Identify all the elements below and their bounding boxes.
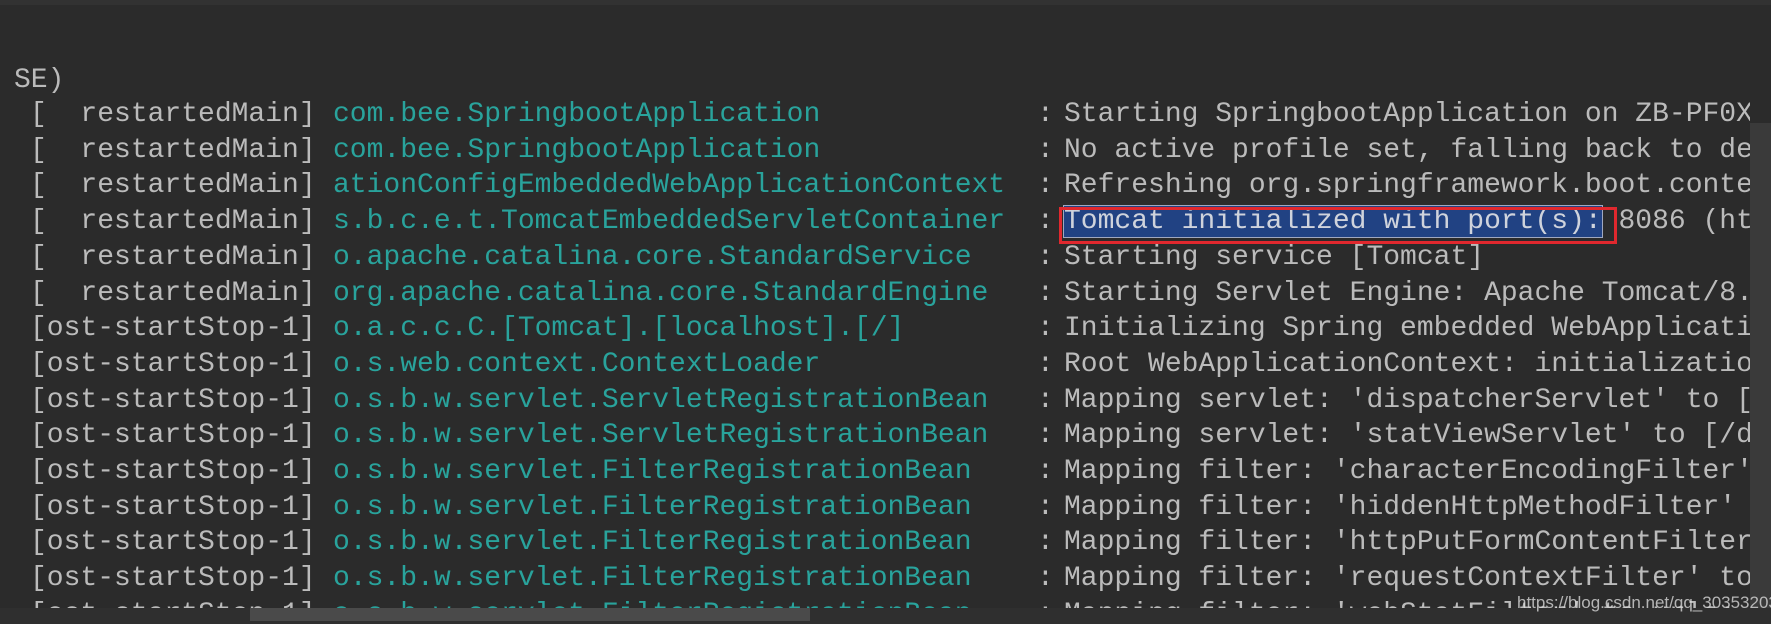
log-message-text: Mapping servlet: 'dispatcherServlet' to … — [1064, 384, 1750, 416]
horizontal-scrollbar-thumb[interactable] — [250, 608, 810, 621]
log-line: [ost-startStop-1] o.a.c.c.C.[Tomcat].[loc… — [0, 311, 1750, 347]
header-fragment: SE) — [14, 65, 65, 96]
log-message: Mapping filter: 'hiddenHttpMethodFilter'… — [1064, 490, 1750, 526]
log-thread: [ost-startStop-1] — [30, 456, 316, 487]
log-message: Refreshing org.springframework.boot.cont… — [1064, 168, 1750, 204]
log-message-text: Mapping filter: 'httpPutFormContentFilte… — [1064, 527, 1750, 559]
log-line: [ost-startStop-1] o.s.b.w.servlet.Servlet… — [0, 383, 1750, 419]
log-thread: [ost-startStop-1] — [30, 527, 316, 559]
log-separator: : — [1037, 491, 1054, 523]
log-separator: : — [1037, 313, 1054, 345]
log-message: Initializing Spring embedded WebApplicat… — [1064, 311, 1750, 347]
log-message: Starting service [Tomcat] — [1064, 240, 1484, 276]
log-message-text: Starting SpringbootApplication on ZB-PF0… — [1064, 99, 1750, 130]
log-line: [ restartedMain] o.apache.catalina.core.S… — [0, 240, 1750, 276]
log-separator: : — [1037, 527, 1054, 559]
log-line: [ost-startStop-1] o.s.b.w.servlet.Servlet… — [0, 418, 1750, 454]
log-logger: o.s.b.w.servlet.FilterRegistrationBean — [333, 563, 972, 595]
log-line: [ restartedMain] com.bee.SpringbootApplic… — [0, 97, 1750, 133]
log-thread: [ restartedMain] — [30, 206, 316, 238]
log-line: [ost-startStop-1] o.s.b.w.servlet.FilterR… — [0, 454, 1750, 490]
log-line: [ost-startStop-1] o.s.b.w.servlet.FilterR… — [0, 490, 1750, 526]
log-line: [ost-startStop-1] o.s.web.context.Context… — [0, 347, 1750, 383]
log-separator: : — [1037, 206, 1054, 238]
log-line: [ost-startStop-1] o.s.b.w.servlet.FilterR… — [0, 597, 1750, 608]
log-logger: o.s.b.w.servlet.FilterRegistrationBean — [333, 456, 972, 487]
log-logger: o.s.b.w.servlet.ServletRegistrationBean — [333, 384, 989, 416]
log-message-text: Initializing Spring embedded WebApplicat… — [1064, 313, 1750, 345]
log-message-text: Root WebApplicationContext: initializati… — [1064, 348, 1750, 380]
log-separator: : — [1037, 134, 1054, 166]
log-message: Mapping servlet: 'statViewServlet' to [/… — [1064, 418, 1750, 454]
log-thread: [ restartedMain] — [30, 99, 316, 130]
log-logger: com.bee.SpringbootApplication — [333, 99, 821, 130]
log-thread: [ restartedMain] — [30, 170, 316, 202]
log-separator: : — [1037, 597, 1054, 608]
log-thread: [ost-startStop-1] — [30, 348, 316, 380]
log-logger: com.bee.SpringbootApplication — [333, 134, 821, 166]
log-message-text: Mapping filter: 'characterEncodingFilter… — [1064, 456, 1750, 487]
log-line: [ restartedMain] com.bee.SpringbootApplic… — [0, 133, 1750, 169]
console-output[interactable]: SE) [ restartedMain] com.bee.SpringbootAp… — [0, 0, 1750, 608]
log-message-text: Mapping filter: 'requestContextFilter' t… — [1064, 563, 1750, 595]
log-message-text: 8086 (htt — [1618, 206, 1750, 238]
console-header-line: SE) — [0, 27, 1750, 96]
log-logger: o.a.c.c.C.[Tomcat].[localhost].[/] — [333, 313, 905, 345]
log-line: [ restartedMain] org.apache.catalina.core… — [0, 276, 1750, 312]
log-separator: : — [1037, 348, 1054, 380]
log-thread: [ost-startStop-1] — [30, 420, 316, 452]
log-message: Mapping filter: 'requestContextFilter' t… — [1064, 561, 1750, 597]
log-separator: : — [1037, 99, 1054, 130]
log-message: No active profile set, falling back to d… — [1064, 133, 1750, 169]
log-thread: [ost-startStop-1] — [30, 491, 316, 523]
log-logger: o.s.b.w.servlet.FilterRegistrationBean — [333, 597, 972, 608]
log-line: [ restartedMain] s.b.c.e.t.TomcatEmbedded… — [0, 204, 1750, 240]
log-thread: [ restartedMain] — [30, 134, 316, 166]
log-line: [ost-startStop-1] o.s.b.w.servlet.FilterR… — [0, 525, 1750, 561]
log-separator: : — [1037, 170, 1054, 202]
log-logger: ationConfigEmbeddedWebApplicationContext — [333, 170, 1006, 202]
log-message-text: Mapping servlet: 'statViewServlet' to [/… — [1064, 420, 1750, 452]
log-logger: o.s.b.w.servlet.FilterRegistrationBean — [333, 527, 972, 559]
log-separator: : — [1037, 456, 1054, 487]
log-message-text: Refreshing org.springframework.boot.cont… — [1064, 170, 1750, 202]
log-separator: : — [1037, 563, 1054, 595]
log-message: Mapping servlet: 'dispatcherServlet' to … — [1064, 383, 1750, 419]
log-logger: o.s.b.w.servlet.ServletRegistrationBean — [333, 420, 989, 452]
log-separator: : — [1037, 241, 1054, 273]
log-message: Starting SpringbootApplication on ZB-PF0… — [1064, 97, 1750, 133]
log-logger: org.apache.catalina.core.StandardEngine — [333, 277, 989, 309]
log-message: Mapping filter: 'characterEncodingFilter… — [1064, 454, 1750, 490]
log-thread: [ restartedMain] — [30, 277, 316, 309]
selected-text[interactable]: Tomcat initialized with port(s): — [1063, 205, 1603, 239]
log-message: Starting Servlet Engine: Apache Tomcat/8… — [1064, 276, 1750, 312]
log-logger: s.b.c.e.t.TomcatEmbeddedServletContainer — [333, 206, 1006, 238]
log-separator: : — [1037, 420, 1054, 452]
log-message: Tomcat initialized with port(s): 8086 (h… — [1063, 204, 1750, 240]
log-separator: : — [1037, 384, 1054, 416]
log-thread: [ost-startStop-1] — [30, 313, 316, 345]
log-separator: : — [1037, 277, 1054, 309]
log-thread: [ restartedMain] — [30, 241, 316, 273]
log-logger: o.s.b.w.servlet.FilterRegistrationBean — [333, 491, 972, 523]
log-message-text: Starting service [Tomcat] — [1064, 241, 1485, 273]
log-message-text: Mapping filter: 'hiddenHttpMethodFilter'… — [1064, 491, 1750, 523]
log-message: Root WebApplicationContext: initializati… — [1064, 347, 1750, 383]
log-message-text: No active profile set, falling back to d… — [1064, 134, 1750, 166]
log-logger: o.apache.catalina.core.StandardService — [333, 241, 972, 273]
log-thread: [ost-startStop-1] — [30, 384, 316, 416]
vertical-scrollbar[interactable] — [1750, 123, 1771, 608]
log-logger: o.s.web.context.ContextLoader — [333, 348, 821, 380]
log-line: [ restartedMain] ationConfigEmbeddedWebAp… — [0, 168, 1750, 204]
watermark: https://blog.csdn.net/qq_30353203 — [1517, 593, 1771, 612]
log-message: Mapping filter: 'httpPutFormContentFilte… — [1064, 525, 1750, 561]
log-thread: [ost-startStop-1] — [30, 563, 316, 595]
log-line: [ost-startStop-1] o.s.b.w.servlet.FilterR… — [0, 561, 1750, 597]
log-thread: [ost-startStop-1] — [30, 597, 316, 608]
log-message-text: Starting Servlet Engine: Apache Tomcat/8… — [1064, 277, 1750, 309]
